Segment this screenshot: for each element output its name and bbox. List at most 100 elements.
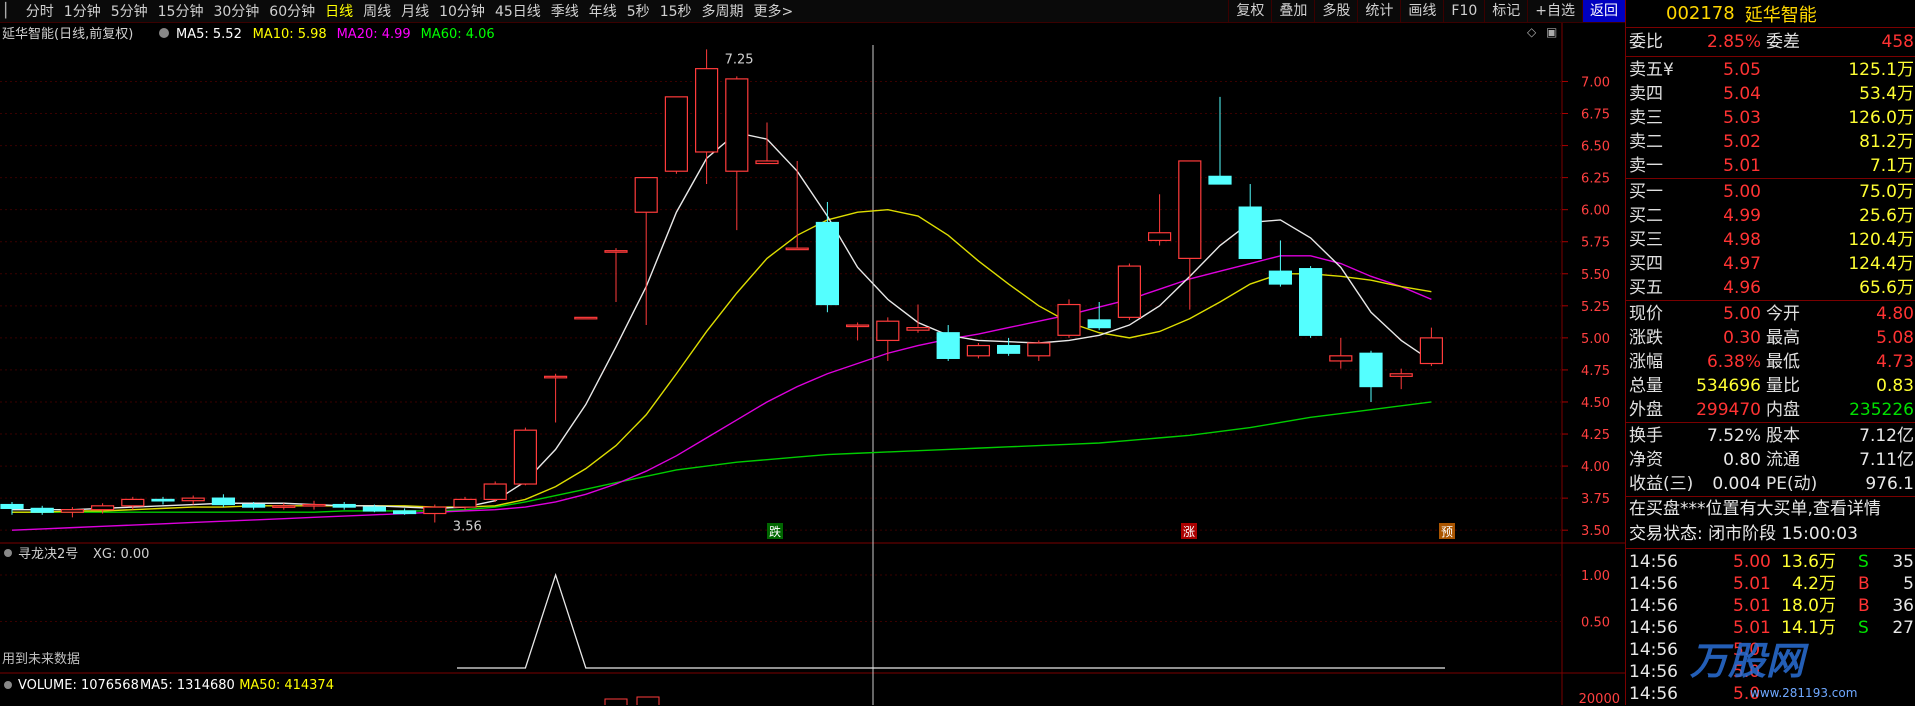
buy-volume: 75.0万 — [1859, 182, 1914, 202]
stat-value: 0.30 — [1723, 328, 1761, 348]
sell-price: 5.04 — [1723, 84, 1761, 104]
period-tab-11[interactable]: 季线 — [546, 1, 584, 21]
y-tick-label: 4.25 — [1581, 428, 1610, 443]
candle-body — [181, 497, 205, 502]
period-tab-8[interactable]: 月线 — [396, 1, 434, 21]
indicator-dot-icon — [4, 549, 12, 557]
stat-value-2: 4.80 — [1876, 304, 1914, 324]
candle-body — [996, 344, 1021, 354]
sell-label: 卖二 — [1629, 132, 1663, 152]
candle-body — [1268, 270, 1293, 285]
buy-row-3: 买三 4.98 120.4万 — [1626, 228, 1915, 252]
buy-price: 4.99 — [1723, 206, 1761, 226]
period-tab-6[interactable]: 日线 — [320, 1, 358, 21]
stat-value-2: 7.12亿 — [1859, 426, 1914, 446]
tick-count: 35 — [1892, 552, 1914, 572]
buy-row-5: 买五 4.96 65.6万 — [1626, 276, 1915, 300]
buy-price: 4.98 — [1723, 230, 1761, 250]
candle-body — [483, 483, 507, 501]
period-tab-13[interactable]: 5秒 — [622, 1, 655, 21]
weibi-value: 2.85% — [1706, 32, 1761, 52]
marker-text: 预 — [1441, 525, 1453, 539]
period-tab-2[interactable]: 5分钟 — [106, 1, 153, 21]
period-tab-0[interactable]: 分时 — [21, 1, 59, 21]
candle-body — [936, 332, 960, 359]
candle-body — [453, 498, 477, 508]
indicator-tick-label: 1.00 — [1581, 569, 1610, 584]
toolbar-button-6[interactable]: 标记 — [1484, 0, 1527, 22]
toolbar-button-1[interactable]: 叠加 — [1271, 0, 1314, 22]
y-tick-label: 5.75 — [1581, 236, 1610, 251]
sell-row-5: 卖五¥ 5.05 125.1万 — [1626, 58, 1915, 82]
toolbar-button-8[interactable]: 返回 — [1582, 0, 1625, 22]
tick-time: 14:56 — [1629, 574, 1678, 594]
candle-body — [1027, 342, 1051, 357]
candle-body — [362, 506, 386, 512]
toolbar-button-7[interactable]: +自选 — [1527, 0, 1582, 22]
trade-status: 交易状态: 闭市阶段 15:00:03 — [1629, 524, 1858, 544]
kline-chart[interactable]: 7.00 6.75 6.50 6.25 6.00 5.75 5.50 5.25 5.00 4.75… — [0, 23, 1625, 705]
toolbar-button-0[interactable]: 复权 — [1228, 0, 1271, 22]
stat-label-2: 流通 — [1766, 450, 1800, 470]
menu-icon[interactable]: ▏ — [0, 3, 21, 19]
sell-price: 5.05 — [1723, 60, 1761, 80]
y-tick-label: 6.50 — [1581, 140, 1610, 155]
weibi-row: 委比 2.85% 委差 458 — [1626, 30, 1915, 54]
period-tab-10[interactable]: 45日线 — [490, 1, 546, 21]
ma-label-0: MA5: 5.52 — [176, 27, 242, 42]
stock-title: 002178 延华智能 — [1626, 0, 1915, 28]
sell-label: 卖一 — [1629, 156, 1663, 176]
stat-label: 总量 — [1629, 376, 1663, 396]
buy-volume: 65.6万 — [1859, 278, 1914, 298]
site-watermark-url: www.281193.com — [1750, 686, 1858, 700]
toolbar-button-3[interactable]: 统计 — [1357, 0, 1400, 22]
stat-label: 收益(三) — [1629, 474, 1694, 494]
period-tab-15[interactable]: 多周期 — [697, 1, 749, 21]
candle-body — [1117, 265, 1142, 318]
y-tick-label: 3.50 — [1581, 524, 1610, 539]
tick-volume: 4.2万 — [1791, 574, 1836, 594]
buy-price: 5.00 — [1723, 182, 1761, 202]
divider — [1626, 548, 1915, 549]
period-tab-7[interactable]: 周线 — [358, 1, 396, 21]
ma-label-2: MA20: 4.99 — [337, 27, 411, 42]
toolbar-button-5[interactable]: F10 — [1443, 0, 1484, 22]
candle-body — [423, 506, 447, 515]
candle-body — [0, 503, 24, 509]
period-tab-16[interactable]: 更多> — [749, 1, 799, 21]
period-tab-9[interactable]: 10分钟 — [434, 1, 490, 21]
period-tab-5[interactable]: 60分钟 — [264, 1, 320, 21]
toolbar-button-4[interactable]: 画线 — [1400, 0, 1443, 22]
buy-price: 4.97 — [1723, 254, 1761, 274]
stat-label: 涨幅 — [1629, 352, 1663, 372]
stat-label-2: PE(动) — [1766, 474, 1818, 494]
sell-label: 卖五¥ — [1629, 60, 1674, 80]
candle-body — [1147, 232, 1172, 242]
period-tab-3[interactable]: 15分钟 — [153, 1, 209, 21]
divider — [1626, 56, 1915, 57]
candle-body — [1208, 175, 1232, 185]
candle-body — [513, 429, 538, 485]
stat-label: 涨跌 — [1629, 328, 1663, 348]
candle-body — [393, 510, 417, 515]
diamond-icon: ◇ — [1527, 25, 1537, 39]
candle-body — [725, 78, 749, 172]
tick-count: 5 — [1903, 574, 1914, 594]
candle-body — [664, 96, 689, 172]
period-tab-14[interactable]: 15秒 — [655, 1, 697, 21]
toolbar-button-2[interactable]: 多股 — [1314, 0, 1357, 22]
period-tab-4[interactable]: 30分钟 — [208, 1, 264, 21]
stat-value: 534696 — [1696, 376, 1761, 396]
period-tab-1[interactable]: 1分钟 — [59, 1, 106, 21]
divider — [1626, 422, 1915, 423]
ma5-line — [12, 131, 1432, 511]
stat-value-2: 5.08 — [1876, 328, 1914, 348]
period-tab-12[interactable]: 年线 — [584, 1, 622, 21]
period-tabs: 分时 1分钟 5分钟 15分钟 30分钟 60分钟 日线 周线 月线 10分钟 45日线 季线 年线 5秒… — [21, 1, 798, 21]
tick-row-0: 14:56 5.00 13.6万 S 35 — [1626, 550, 1915, 574]
stat-value-2: 7.11亿 — [1859, 450, 1914, 470]
toolbar-right-buttons: 复权 叠加 多股 统计 画线 F10 标记 +自选 返回 — [1228, 0, 1625, 22]
candle-body — [815, 221, 840, 306]
ma10-line — [12, 208, 1432, 513]
buy-volume: 25.6万 — [1859, 206, 1914, 226]
